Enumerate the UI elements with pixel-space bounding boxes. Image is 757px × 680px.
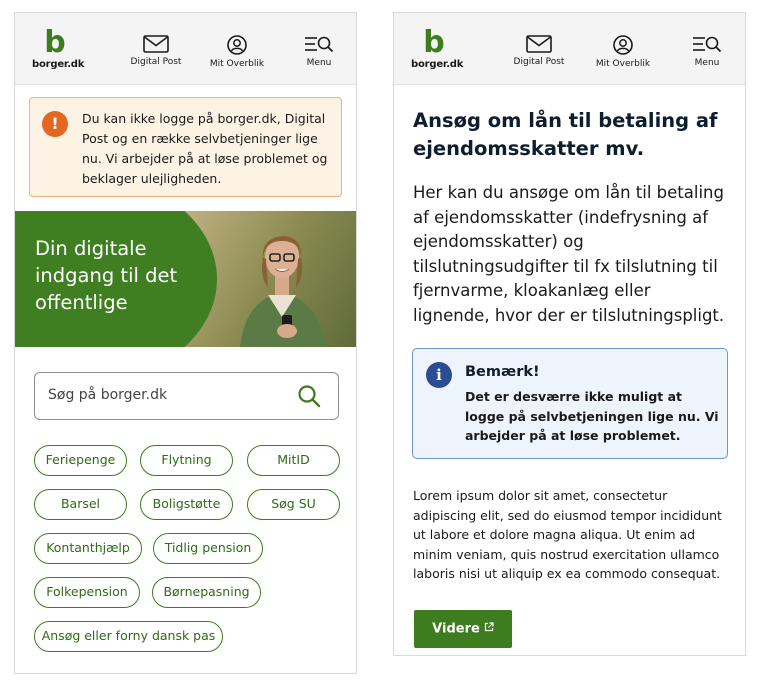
article-body: Lorem ipsum dolor sit amet, consectetur … (413, 488, 722, 581)
nav-digital-post[interactable]: Digital Post (507, 35, 571, 67)
logo-text: borger.dk (411, 59, 464, 70)
warning-icon: ! (42, 111, 68, 137)
nav-mit-overblik[interactable]: Mit Overblik (205, 35, 269, 69)
hero-title: Din digitale indgang til det offentlige (35, 237, 178, 314)
quick-links: Feriepenge Flytning MitID Barsel Boligst… (15, 445, 356, 665)
woman-with-phone-image (240, 235, 326, 347)
chip-flytning[interactable]: Flytning (140, 445, 233, 476)
chip-bornepasning[interactable]: Børnepasning (152, 577, 261, 608)
chip-feriepenge[interactable]: Feriepenge (34, 445, 127, 476)
info-icon: i (426, 362, 452, 388)
external-link-icon (484, 610, 494, 648)
notice-title: Bemærk! (465, 364, 540, 380)
menu-search-icon (305, 36, 334, 53)
logo-mark: b (44, 25, 66, 60)
site-header: b borger.dk Digital Post Mit Overblik Me… (394, 13, 745, 85)
page-title: Ansøg om lån til betaling af ejendomsska… (413, 109, 718, 160)
search-icon[interactable] (297, 384, 321, 408)
chip-mitid[interactable]: MitID (247, 445, 340, 476)
mobile-frontpage: b borger.dk Digital Post Mit Overblik Me… (14, 12, 357, 674)
article-lead: Her kan du ansøge om lån til betaling af… (413, 183, 725, 325)
chip-sog-su[interactable]: Søg SU (247, 489, 340, 520)
notice-body: Det er desværre ikke muligt at logge på … (465, 389, 719, 443)
logo-mark: b (423, 25, 445, 60)
nav-label: Menu (694, 58, 720, 68)
nav-digital-post[interactable]: Digital Post (124, 35, 188, 67)
chip-tidlig-pension[interactable]: Tidlig pension (153, 533, 263, 564)
borger-logo[interactable]: b borger.dk (411, 25, 464, 71)
mail-icon (143, 35, 169, 53)
continue-button-label: Videre (432, 621, 480, 637)
alert-text: Du kan ikke logge på borger.dk, Digital … (82, 111, 328, 186)
user-circle-icon (613, 35, 633, 55)
user-circle-icon (227, 35, 247, 55)
chip-barsel[interactable]: Barsel (34, 489, 127, 520)
site-header: b borger.dk Digital Post Mit Overblik Me… (15, 13, 356, 85)
chip-boligstotte[interactable]: Boligstøtte (140, 489, 233, 520)
mobile-article: b borger.dk Digital Post Mit Overblik Me… (393, 12, 746, 656)
nav-label: Digital Post (130, 57, 182, 67)
hero-banner: Din digitale indgang til det offentlige (15, 211, 356, 347)
menu-search-icon (693, 36, 722, 53)
nav-label: Mit Overblik (209, 59, 265, 69)
chip-pas[interactable]: Ansøg eller forny dansk pas (34, 621, 223, 652)
search-placeholder: Søg på borger.dk (48, 387, 168, 403)
search-input[interactable]: Søg på borger.dk (34, 372, 339, 420)
nav-label: Mit Overblik (595, 59, 651, 69)
info-notice: i Bemærk! Det er desværre ikke muligt at… (412, 348, 728, 459)
logo-text: borger.dk (32, 59, 85, 70)
chip-kontanthjaelp[interactable]: Kontanthjælp (34, 533, 142, 564)
nav-menu[interactable]: Menu (287, 35, 351, 68)
service-alert: ! Du kan ikke logge på borger.dk, Digita… (29, 97, 342, 197)
nav-label: Digital Post (513, 57, 565, 67)
chip-folkepension[interactable]: Folkepension (34, 577, 140, 608)
nav-label: Menu (306, 58, 332, 68)
nav-menu[interactable]: Menu (675, 35, 739, 68)
continue-button[interactable]: Videre (414, 610, 512, 648)
article-header: Ansøg om lån til betaling af ejendomsska… (413, 107, 731, 163)
mail-icon (526, 35, 552, 53)
nav-mit-overblik[interactable]: Mit Overblik (591, 35, 655, 69)
borger-logo[interactable]: b borger.dk (32, 25, 85, 71)
